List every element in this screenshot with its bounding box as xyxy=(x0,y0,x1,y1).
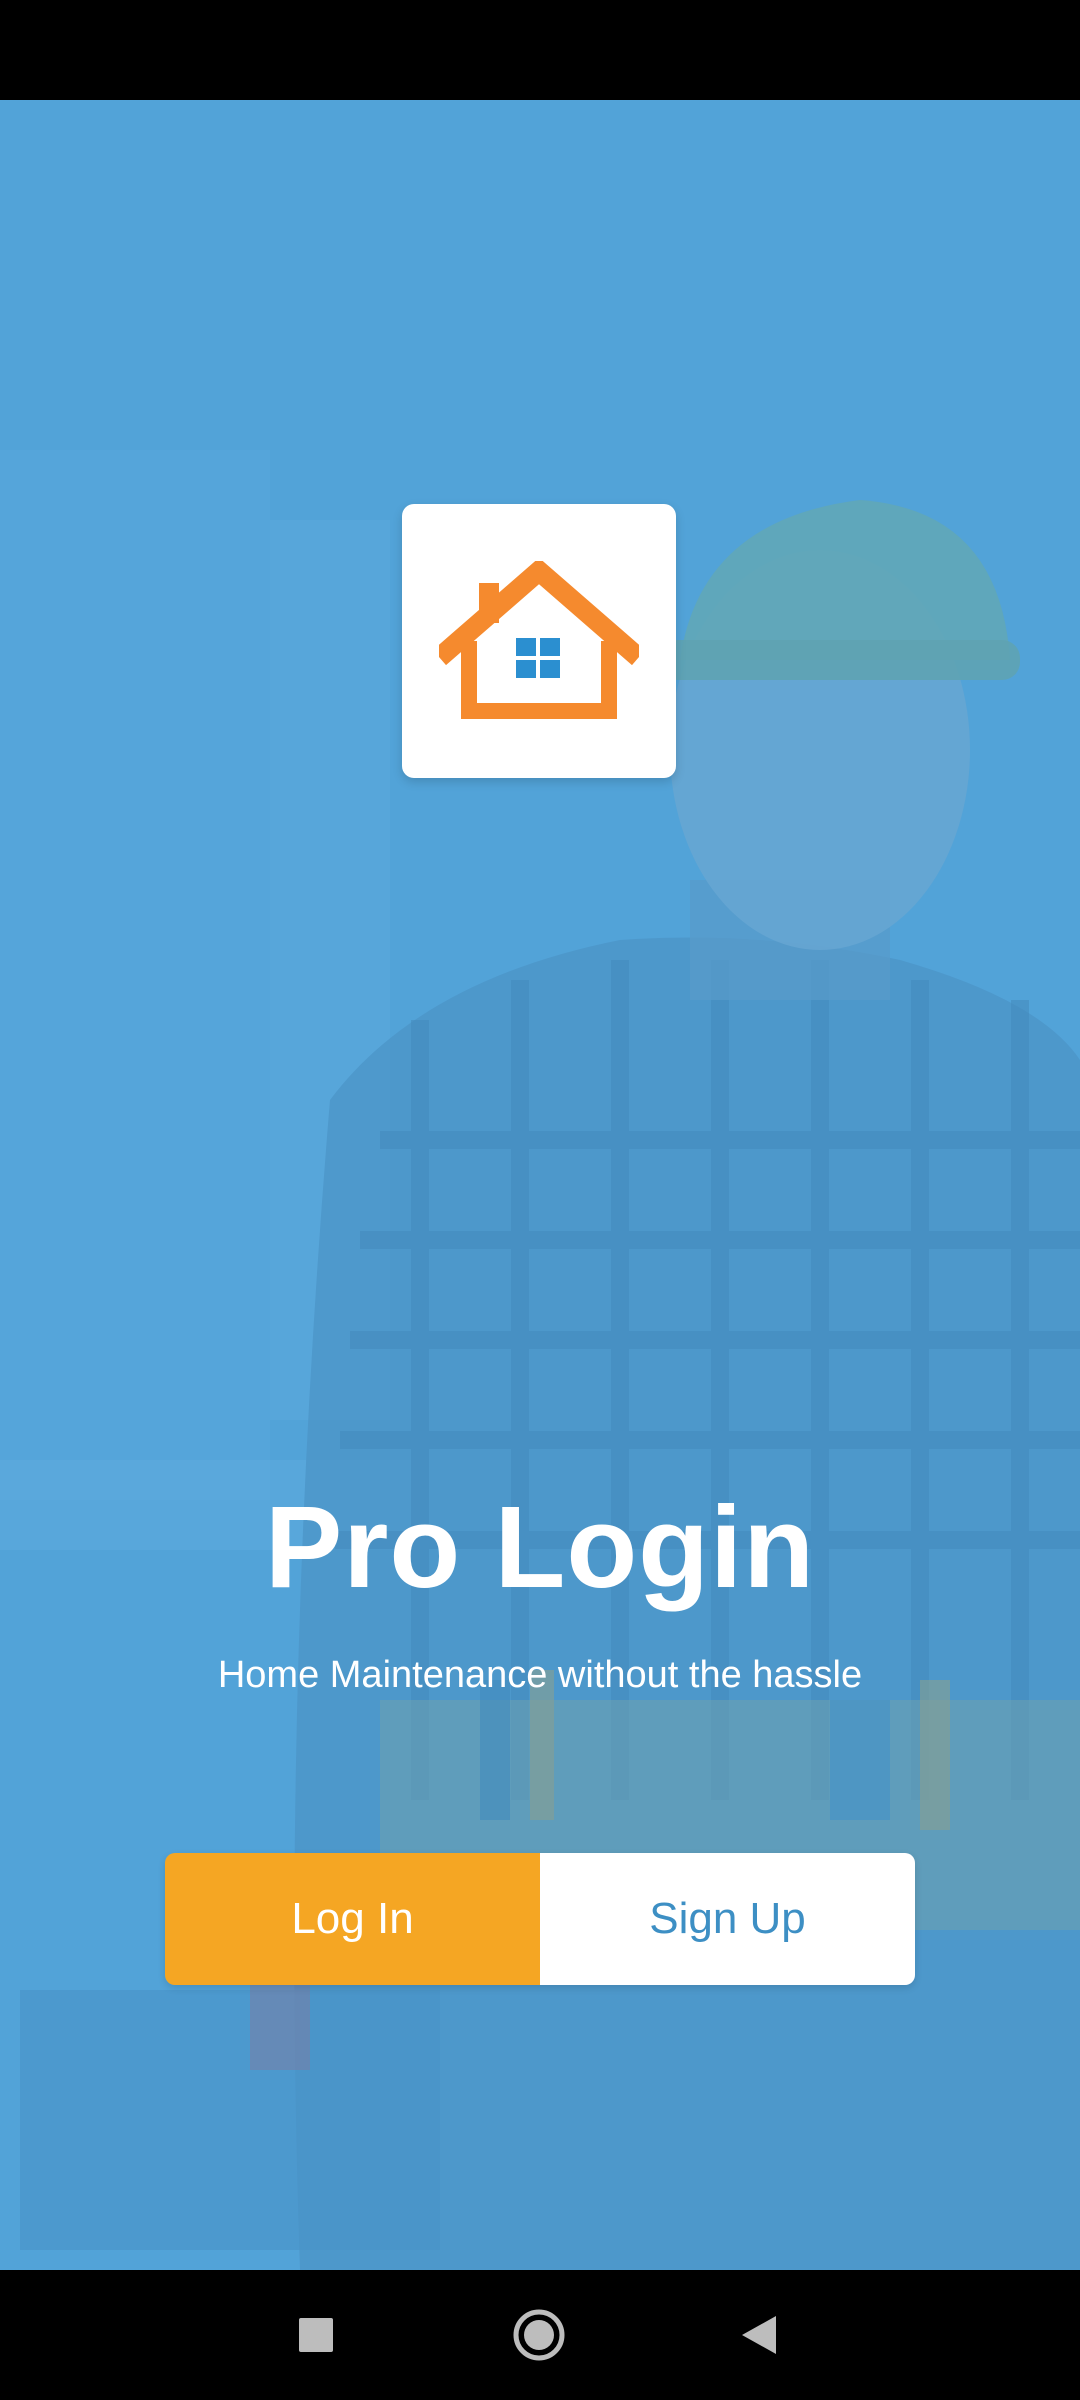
page-subtitle: Home Maintenance without the hassle xyxy=(217,1654,863,1696)
auth-button-group: Log In Sign Up xyxy=(165,1853,915,1985)
system-nav-bar xyxy=(0,2270,1080,2400)
screen: Pro Login Home Maintenance without the h… xyxy=(0,0,1080,2400)
recents-button[interactable] xyxy=(283,2302,349,2368)
status-bar xyxy=(0,0,1080,100)
home-button[interactable] xyxy=(506,2302,572,2368)
triangle-back-icon xyxy=(742,2316,776,2354)
circle-icon xyxy=(513,2309,565,2361)
login-button[interactable]: Log In xyxy=(165,1853,540,1985)
app-content: Pro Login Home Maintenance without the h… xyxy=(0,100,1080,2270)
square-icon xyxy=(299,2318,333,2352)
signup-button[interactable]: Sign Up xyxy=(540,1853,915,1985)
back-button[interactable] xyxy=(727,2302,793,2368)
app-logo xyxy=(402,504,676,778)
page-title: Pro Login xyxy=(264,1482,816,1612)
house-icon xyxy=(439,561,639,719)
